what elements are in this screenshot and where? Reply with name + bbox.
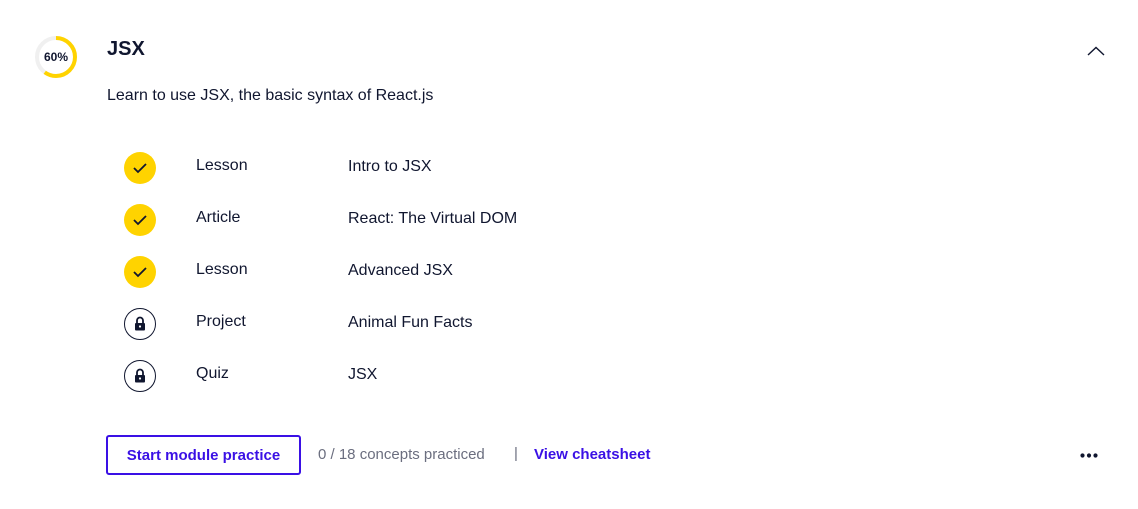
item-name-link[interactable]: React: The Virtual DOM (348, 210, 517, 228)
item-type: Article (196, 209, 241, 226)
more-options-icon (1080, 452, 1098, 458)
module-item: Quiz JSX (124, 350, 724, 402)
item-name-link[interactable]: Intro to JSX (348, 158, 432, 176)
module-item-list: Lesson Intro to JSX Article React: The V… (124, 142, 724, 402)
chevron-up-icon (1087, 46, 1105, 56)
lock-icon (124, 360, 156, 392)
view-cheatsheet-link[interactable]: View cheatsheet (534, 446, 650, 463)
module-item: Project Animal Fun Facts (124, 298, 724, 350)
module-item: Lesson Intro to JSX (124, 142, 724, 194)
module-progress-ring: 60% (34, 35, 78, 79)
checkmark-icon (124, 152, 156, 184)
module-item: Lesson Advanced JSX (124, 246, 724, 298)
item-type: Quiz (196, 365, 229, 382)
more-options-button[interactable] (1078, 445, 1100, 465)
checkmark-icon (124, 256, 156, 288)
start-module-practice-button[interactable]: Start module practice (106, 435, 301, 475)
item-name-link[interactable]: Advanced JSX (348, 262, 453, 280)
item-name-link[interactable]: JSX (348, 366, 377, 384)
item-type: Lesson (196, 157, 248, 174)
collapse-button[interactable] (1083, 40, 1109, 62)
checkmark-icon (124, 204, 156, 236)
module-title: JSX (107, 38, 145, 60)
module-item: Article React: The Virtual DOM (124, 194, 724, 246)
item-type: Project (196, 313, 246, 330)
footer-divider: | (514, 445, 518, 462)
item-type: Lesson (196, 261, 248, 278)
lock-icon (124, 308, 156, 340)
item-name-link[interactable]: Animal Fun Facts (348, 314, 472, 332)
module-description: Learn to use JSX, the basic syntax of Re… (107, 87, 434, 104)
progress-percent: 60% (43, 50, 69, 64)
concepts-practiced-text: 0 / 18 concepts practiced (318, 446, 485, 463)
module-footer: Start module practice 0 / 18 concepts pr… (106, 435, 1106, 475)
